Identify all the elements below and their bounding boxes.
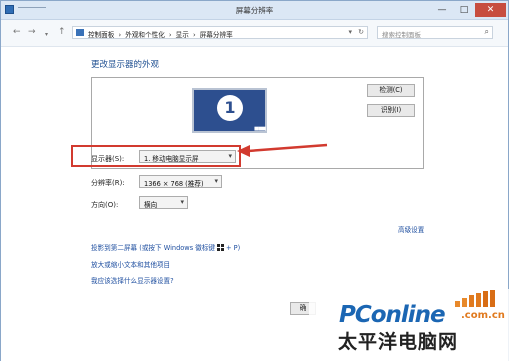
project-link-suffix: + P)	[226, 244, 241, 252]
detect-button[interactable]: 检测(C)	[367, 84, 415, 97]
text-size-link[interactable]: 放大或缩小文本和其他项目	[91, 259, 170, 269]
close-button[interactable]: ✕	[475, 3, 506, 17]
forward-icon[interactable]: →	[28, 27, 36, 38]
pconline-logo-bars-icon	[455, 290, 495, 307]
identify-button[interactable]: 识别(I)	[367, 104, 415, 117]
watermark-brand: PConline	[339, 302, 446, 328]
resolution-select-value: 1366 × 768 (推荐)	[144, 180, 204, 188]
breadcrumb: 控制面板 › 外观和个性化 › 显示 › 屏幕分辨率	[88, 29, 235, 39]
title-bar: 屏幕分辨率 — □ ✕	[1, 1, 508, 20]
back-icon[interactable]: ←	[13, 27, 21, 38]
address-dropdown-icon[interactable]: ▾	[348, 28, 352, 36]
breadcrumb-appearance[interactable]: 外观和个性化	[125, 31, 165, 39]
address-bar[interactable]: 控制面板 › 外观和个性化 › 显示 › 屏幕分辨率 ▾ ↻	[72, 26, 368, 39]
recent-pages-icon[interactable]: ▾	[45, 29, 48, 40]
project-second-screen-link[interactable]: 投影到第二屏幕 (或按下 Windows 徽标键 + P)	[91, 242, 240, 252]
highlight-box	[71, 145, 241, 167]
up-icon[interactable]: ↑	[58, 27, 66, 38]
folder-icon	[76, 29, 84, 36]
project-link-prefix: 投影到第二屏幕 (或按下 Windows 徽标键	[91, 244, 216, 252]
search-input[interactable]: 搜索控制面板	[382, 29, 421, 39]
chevron-down-icon: ▾	[214, 177, 218, 185]
breadcrumb-separator: ›	[192, 31, 196, 39]
breadcrumb-control-panel[interactable]: 控制面板	[88, 31, 114, 39]
monitor-taskbar-dots: ■■■	[254, 126, 266, 132]
refresh-icon[interactable]: ↻	[358, 28, 364, 36]
orientation-select-value: 横向	[144, 201, 158, 209]
breadcrumb-separator: ›	[168, 31, 172, 39]
annotation-arrow	[237, 143, 328, 157]
orientation-label: 方向(O):	[91, 201, 119, 209]
navigation-bar: ← → ▾ ↑ 控制面板 › 外观和个性化 › 显示 › 屏幕分辨率 ▾ ↻ 搜…	[1, 20, 508, 47]
minimize-button[interactable]: —	[431, 3, 453, 17]
breadcrumb-separator: ›	[118, 31, 122, 39]
advanced-settings-link[interactable]: 高级设置	[398, 224, 424, 234]
watermark-chinese-name: 太平洋电脑网	[338, 331, 459, 353]
watermark-domain: .com.cn	[461, 310, 505, 321]
monitor-icon[interactable]: 1 ■■■	[192, 88, 267, 133]
screen-resolution-window: 屏幕分辨率 — □ ✕ ← → ▾ ↑ 控制面板 › 外观和个性化 › 显示 ›…	[0, 0, 509, 362]
windows-logo-icon	[217, 244, 225, 251]
monitor-number: 1	[217, 95, 243, 121]
help-link[interactable]: 我应该选择什么显示器设置?	[91, 275, 174, 285]
search-icon[interactable]: ⌕	[485, 27, 489, 37]
breadcrumb-display[interactable]: 显示	[176, 31, 189, 39]
resolution-label: 分辨率(R):	[91, 179, 125, 187]
page-title: 更改显示器的外观	[91, 60, 160, 70]
resolution-select[interactable]: 1366 × 768 (推荐) ▾	[139, 175, 222, 188]
orientation-select[interactable]: 横向 ▾	[139, 196, 188, 209]
search-box[interactable]: 搜索控制面板 ⌕	[377, 26, 493, 39]
breadcrumb-screen-resolution[interactable]: 屏幕分辨率	[200, 31, 233, 39]
maximize-button[interactable]: □	[453, 3, 475, 17]
chevron-down-icon: ▾	[180, 198, 184, 206]
